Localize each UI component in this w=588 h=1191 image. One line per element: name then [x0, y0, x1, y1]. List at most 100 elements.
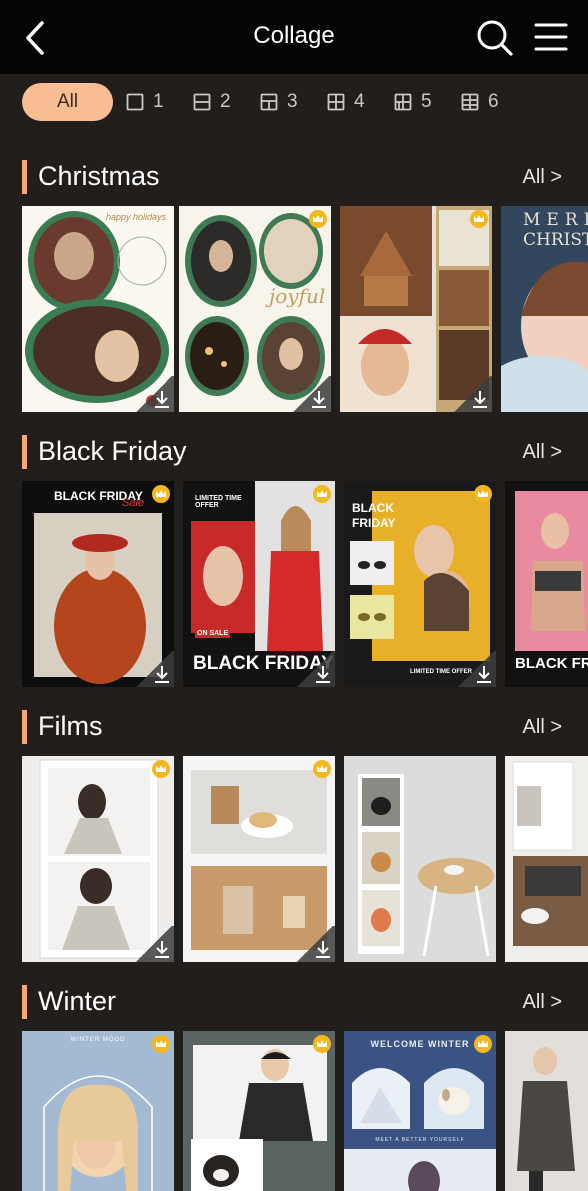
- see-all-link[interactable]: All >: [523, 441, 562, 464]
- template-card[interactable]: MERRY CHRISTM: [501, 206, 588, 412]
- filter-chip-label: 6: [488, 91, 499, 112]
- template-card[interactable]: [344, 756, 496, 962]
- template-card[interactable]: joyful: [179, 206, 331, 412]
- crown-icon: [156, 490, 166, 497]
- template-card[interactable]: BLACK FRI: [505, 481, 588, 687]
- card-text: ON SALE: [195, 629, 231, 638]
- card-text: Sale: [122, 497, 145, 509]
- see-all-link[interactable]: All >: [523, 991, 562, 1014]
- filter-chip-label: 3: [287, 91, 298, 112]
- download-button[interactable]: [295, 651, 335, 687]
- template-card[interactable]: happy holidays: [22, 206, 174, 412]
- five-frame-icon: [394, 93, 412, 111]
- template-card[interactable]: WELCOME WINTER MEET A BETTER YOURSELF: [344, 1031, 496, 1191]
- see-all-link[interactable]: All >: [523, 166, 562, 189]
- download-button[interactable]: [134, 376, 174, 412]
- download-button[interactable]: [456, 651, 496, 687]
- premium-crown-badge: [313, 760, 331, 778]
- download-icon: [312, 391, 326, 408]
- download-button[interactable]: [291, 376, 331, 412]
- four-frame-icon: [327, 93, 345, 111]
- template-row-films: [0, 756, 588, 962]
- download-button[interactable]: [134, 926, 174, 962]
- template-card[interactable]: LIMITED TIME OFFER ON SALE BLACK FRIDAY: [183, 481, 335, 687]
- crown-icon: [317, 765, 327, 772]
- three-frame-icon: [260, 93, 278, 111]
- template-card[interactable]: [183, 756, 335, 962]
- crown-icon: [317, 1040, 327, 1047]
- template-thumbnail: [505, 1031, 588, 1191]
- filter-chip-4[interactable]: 4: [327, 83, 365, 121]
- download-button[interactable]: [452, 376, 492, 412]
- template-row-christmas: happy holidays joyful MER CHRIST: [0, 206, 588, 412]
- two-frame-icon: [193, 93, 211, 111]
- menu-button[interactable]: [532, 20, 570, 54]
- crown-icon: [313, 215, 323, 222]
- card-text: LIMITED TIME OFFER: [195, 495, 242, 509]
- top-bar: Collage: [0, 0, 588, 74]
- filter-chip-5[interactable]: 5: [394, 83, 432, 121]
- download-icon: [316, 666, 330, 683]
- premium-crown-badge: [470, 210, 488, 228]
- template-thumbnail: [191, 1045, 327, 1191]
- crown-icon: [478, 490, 488, 497]
- see-all-link[interactable]: All >: [523, 716, 562, 739]
- search-icon: [477, 20, 513, 56]
- download-icon: [155, 941, 169, 958]
- layout-filter-bar: All 1 2 3 4 5 6: [0, 74, 588, 134]
- filter-chip-3[interactable]: 3: [260, 83, 298, 121]
- section-header-christmas: Christmas All >: [0, 157, 588, 197]
- template-thumbnail: [344, 1031, 496, 1191]
- premium-crown-badge: [152, 485, 170, 503]
- card-text: MEET A BETTER YOURSELF: [375, 1137, 465, 1143]
- filter-chip-all[interactable]: All: [22, 83, 113, 121]
- template-thumbnail: [344, 756, 496, 962]
- template-thumbnail: [22, 1031, 174, 1191]
- premium-crown-badge: [474, 485, 492, 503]
- template-row-winter: WINTER MOOD WELCOME WINTER MEET A BETTER…: [0, 1031, 588, 1191]
- template-card[interactable]: [22, 756, 174, 962]
- crown-icon: [156, 1040, 166, 1047]
- filter-chip-1[interactable]: 1: [126, 83, 164, 121]
- filter-chip-label: 1: [153, 91, 164, 112]
- premium-crown-badge: [474, 1035, 492, 1053]
- template-row-black-friday: BLACK FRIDAY Sale LIMITED TIME OFFER ON …: [0, 481, 588, 687]
- download-icon: [477, 666, 491, 683]
- download-button[interactable]: [134, 651, 174, 687]
- filter-chip-6[interactable]: 6: [461, 83, 499, 121]
- premium-crown-badge: [309, 210, 327, 228]
- filter-chip-label: 4: [354, 91, 365, 112]
- template-card[interactable]: [505, 756, 588, 962]
- hamburger-menu-icon: [534, 23, 568, 51]
- section-accent-bar: [22, 160, 27, 194]
- crown-icon: [474, 215, 484, 222]
- download-icon: [155, 666, 169, 683]
- template-card[interactable]: [505, 1031, 588, 1191]
- template-card[interactable]: [340, 206, 492, 412]
- template-card[interactable]: [183, 1031, 335, 1191]
- card-text: BLACK FRI: [515, 655, 588, 672]
- card-text: CHRISTM: [523, 230, 588, 250]
- template-card[interactable]: BLACK FRIDAY Sale: [22, 481, 174, 687]
- template-thumbnail: [512, 761, 588, 946]
- premium-crown-badge: [152, 760, 170, 778]
- download-icon: [316, 941, 330, 958]
- template-card[interactable]: BLACK FRIDAY LIMITED TIME OFFER: [344, 481, 496, 687]
- section-header-black-friday: Black Friday All >: [0, 432, 588, 472]
- search-button[interactable]: [474, 18, 516, 58]
- section-title: Christmas: [38, 161, 160, 191]
- single-frame-icon: [126, 93, 144, 111]
- filter-chip-label: 5: [421, 91, 432, 112]
- premium-crown-badge: [152, 1035, 170, 1053]
- download-button[interactable]: [295, 926, 335, 962]
- download-icon: [473, 391, 487, 408]
- filter-chip-2[interactable]: 2: [193, 83, 231, 121]
- section-title: Black Friday: [38, 436, 187, 466]
- six-frame-icon: [461, 93, 479, 111]
- section-accent-bar: [22, 710, 27, 744]
- template-card[interactable]: WINTER MOOD: [22, 1031, 174, 1191]
- download-icon: [155, 391, 169, 408]
- premium-crown-badge: [313, 1035, 331, 1053]
- section-accent-bar: [22, 435, 27, 469]
- card-text: BLACK FRIDAY: [352, 501, 396, 530]
